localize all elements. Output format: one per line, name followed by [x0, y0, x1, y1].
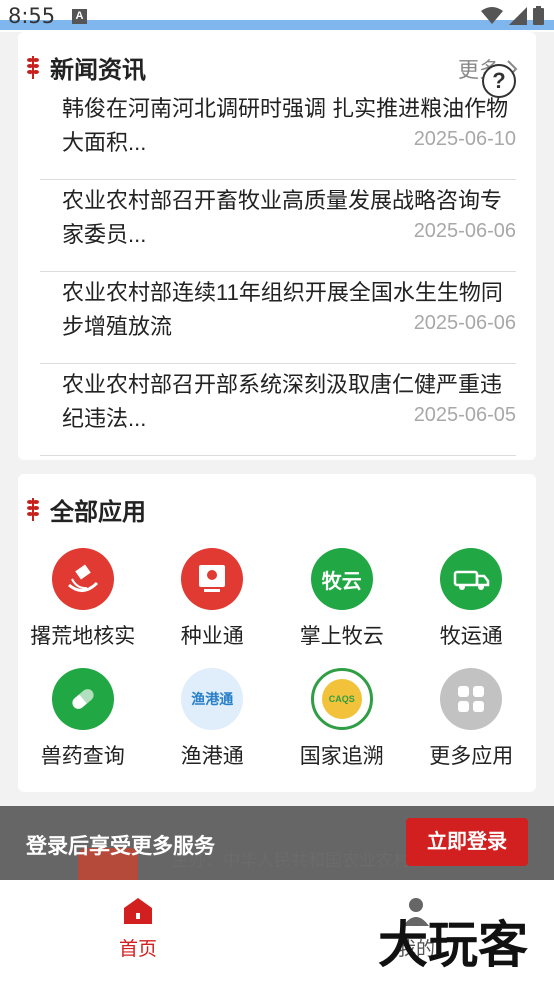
notification-a-icon: A: [72, 9, 87, 24]
grid-icon: [440, 668, 503, 730]
news-item[interactable]: 农业农村部召开畜牧业高质量发展战略咨询专家委员... 2025-06-06: [40, 180, 516, 272]
wheat-icon: [27, 498, 39, 521]
news-date: 2025-06-06: [405, 220, 516, 243]
app-more[interactable]: 更多应用: [407, 668, 537, 770]
login-banner: 主办：中华人民共和国农业农村部 登录后享受更多服务 立即登录: [0, 806, 554, 888]
truck-icon: [440, 548, 503, 610]
app-zsmy[interactable]: 牧云 掌上牧云: [277, 548, 407, 650]
status-icons: [481, 6, 544, 25]
trace-emblem-text: CAQS: [328, 694, 355, 704]
app-label: 兽药查询: [40, 745, 125, 768]
home-icon: [124, 898, 152, 924]
trace-emblem-icon: CAQS: [310, 668, 373, 730]
news-date: 2025-06-10: [405, 128, 516, 151]
apps-grid: 撂荒地核实 种业通 牧云 掌上牧云 牧运通 兽药查询 渔港通 渔港通 CAQS …: [18, 548, 536, 770]
muyun-icon-text: 牧云: [321, 570, 362, 593]
app-label: 国家追溯: [299, 745, 384, 768]
app-label: 撂荒地核实: [30, 625, 136, 648]
help-icon[interactable]: ?: [482, 64, 516, 98]
login-banner-text: 登录后享受更多服务: [26, 835, 215, 858]
news-list: 韩俊在河南河北调研时强调 扎实推进粮油作物大面积... 2025-06-10 农…: [40, 88, 516, 456]
app-label: 掌上牧云: [299, 625, 384, 648]
apps-section-title: 全部应用: [50, 498, 146, 526]
battery-icon: [533, 6, 544, 25]
signal-icon: [509, 6, 527, 25]
fishing-port-icon: 渔港通: [181, 668, 244, 730]
app-zyt[interactable]: 种业通: [148, 548, 278, 650]
watermark-logo: 大玩客: [378, 916, 528, 974]
news-item[interactable]: 韩俊在河南河北调研时强调 扎实推进粮油作物大面积... 2025-06-10: [40, 88, 516, 180]
tab-home-label: 首页: [118, 939, 157, 960]
news-card: 新闻资讯 更多 韩俊在河南河北调研时强调 扎实推进粮油作物大面积... 2025…: [18, 32, 536, 460]
app-ygt[interactable]: 渔港通 渔港通: [148, 668, 278, 770]
news-item[interactable]: 农业农村部连续11年组织开展全国水生生物同步增殖放流 2025-06-06: [40, 272, 516, 364]
fishing-port-icon-text: 渔港通: [191, 691, 234, 707]
status-bar: 8:55 A: [0, 0, 554, 32]
pill-icon: [51, 668, 114, 730]
apps-card: 全部应用 撂荒地核实 种业通 牧云 掌上牧云 牧运通 兽药查询 渔港通 渔港通 …: [18, 474, 536, 792]
svg-text:大玩客: 大玩客: [378, 916, 528, 974]
news-section-header: 新闻资讯: [26, 52, 146, 84]
app-gjzs[interactable]: CAQS 国家追溯: [277, 668, 407, 770]
news-item[interactable]: 农业农村部召开部系统深刻汲取唐仁健严重违纪违法... 2025-06-05: [40, 364, 516, 456]
status-time: 8:55: [8, 4, 56, 28]
news-section-title: 新闻资讯: [50, 56, 146, 84]
muyun-icon: 牧云: [310, 548, 373, 610]
news-date: 2025-06-05: [405, 404, 516, 427]
app-label: 渔港通: [180, 745, 244, 768]
app-myt[interactable]: 牧运通: [407, 548, 537, 650]
app-sycx[interactable]: 兽药查询: [18, 668, 148, 770]
app-label: 更多应用: [429, 745, 514, 768]
wheat-icon: [27, 56, 39, 79]
apps-section-header: 全部应用: [26, 494, 146, 526]
seed-screen-icon: [181, 548, 244, 610]
app-label: 种业通: [180, 625, 244, 648]
login-button[interactable]: 立即登录: [406, 818, 528, 866]
wifi-icon: [481, 6, 503, 24]
app-lhd-hs[interactable]: 撂荒地核实: [18, 548, 148, 650]
satellite-icon: [51, 548, 114, 610]
news-date: 2025-06-06: [405, 312, 516, 335]
app-label: 牧运通: [439, 625, 503, 648]
tab-home[interactable]: 首页: [78, 896, 198, 961]
